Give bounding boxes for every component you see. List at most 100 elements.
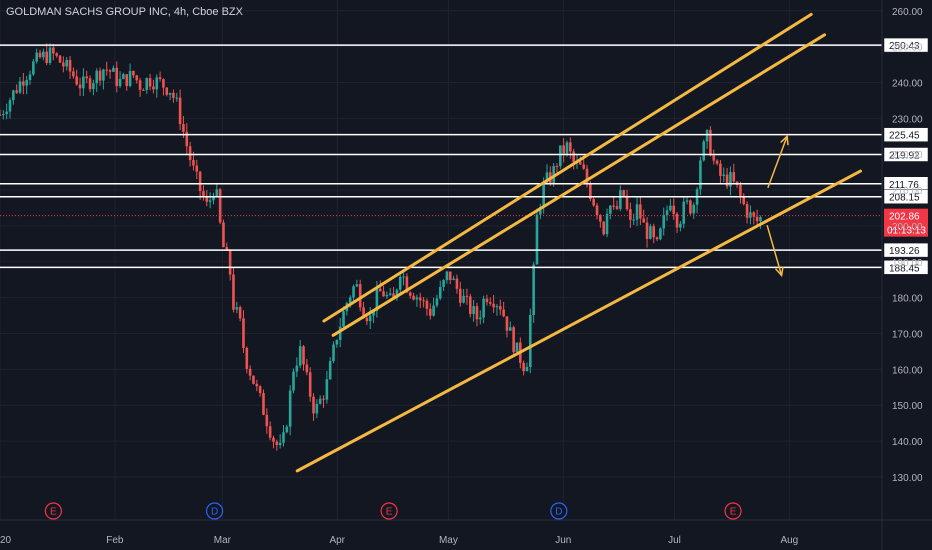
y-tick-label: 190.00 <box>892 258 923 269</box>
y-tick-label: 180.00 <box>892 294 923 305</box>
candle-body <box>288 390 292 427</box>
candle-body <box>582 164 585 169</box>
candle-body <box>535 214 539 265</box>
candle-body <box>242 318 245 348</box>
candle-body <box>475 306 479 320</box>
y-tick-label: 170.00 <box>892 330 923 341</box>
candle-body <box>388 293 392 295</box>
candle-body <box>75 76 79 85</box>
candle-body <box>749 212 752 218</box>
candle-body <box>378 288 382 292</box>
candle-body <box>509 327 512 331</box>
candle-body <box>669 205 672 211</box>
candle-body <box>725 174 729 187</box>
candle-body <box>505 316 509 331</box>
candle-body <box>55 53 58 56</box>
candle-body <box>458 288 462 303</box>
candle-body <box>315 403 319 414</box>
candle-body <box>532 264 535 315</box>
candle-body <box>595 205 599 216</box>
candle-body <box>145 78 149 91</box>
candle-body <box>739 184 742 196</box>
candle-body <box>102 69 105 81</box>
candle-body <box>222 222 225 248</box>
x-tick-label: 2020 <box>0 535 12 546</box>
candle-body <box>675 213 679 228</box>
candle-body <box>28 74 32 80</box>
candle-body <box>592 199 595 206</box>
candle-body <box>142 89 145 91</box>
candle-body <box>168 92 172 95</box>
candle-body <box>569 142 572 152</box>
candle-body <box>12 90 15 101</box>
event-marker-label: E <box>386 507 393 518</box>
candle-body <box>455 278 459 289</box>
candle-body <box>478 317 482 320</box>
candle-body <box>529 314 532 368</box>
candle-body <box>502 309 505 317</box>
candle-body <box>285 426 289 433</box>
candle-body <box>652 226 656 238</box>
candle-body <box>252 375 255 384</box>
candle-body <box>462 295 465 303</box>
candle-body <box>465 295 469 297</box>
price-chart[interactable]: 250.43225.45219.92211.76208.15193.26188.… <box>0 0 932 550</box>
x-tick-label: Apr <box>329 535 345 546</box>
candle-body <box>442 280 445 287</box>
candle-body <box>295 365 299 372</box>
candle-body <box>712 155 716 161</box>
candle-body <box>158 77 162 80</box>
y-tick-label: 250.00 <box>892 43 923 54</box>
candle-body <box>258 386 262 394</box>
x-tick-label: Jun <box>555 535 571 546</box>
candle-body <box>435 298 439 306</box>
candle-body <box>755 216 759 222</box>
candle-body <box>485 298 489 303</box>
candle-body <box>328 361 332 380</box>
chart-container[interactable]: 250.43 225.45 219.92 211.76 208.15 193.26 188.… <box>0 0 932 550</box>
candle-body <box>732 172 736 182</box>
candle-body <box>355 284 359 287</box>
candle-body <box>619 190 622 209</box>
candle-body <box>272 437 275 442</box>
event-marker-label: E <box>730 507 737 518</box>
candle-body <box>32 61 35 75</box>
candle-body <box>472 306 475 314</box>
candle-body <box>278 442 282 446</box>
x-tick-label: Jul <box>668 535 681 546</box>
candle-body <box>305 364 309 373</box>
candle-body <box>128 70 132 87</box>
candle-body <box>382 291 385 297</box>
candle-body <box>82 76 85 89</box>
candle-body <box>705 129 709 142</box>
candle-body <box>525 367 529 372</box>
candle-body <box>692 204 696 214</box>
candle-body <box>35 52 38 62</box>
candle-body <box>649 226 652 239</box>
candle-body <box>245 347 249 369</box>
candle-body <box>98 70 102 81</box>
candle-body <box>108 70 112 72</box>
candle-body <box>715 160 719 164</box>
y-tick-label: 210.00 <box>892 186 923 197</box>
candle-body <box>62 62 65 67</box>
candle-body <box>135 75 139 81</box>
candle-body <box>679 223 682 228</box>
candle-body <box>685 200 689 202</box>
candle-body <box>322 398 325 400</box>
candle-body <box>559 145 562 167</box>
candle-body <box>0 114 2 116</box>
candle-body <box>562 145 565 154</box>
candle-body <box>605 213 609 235</box>
candle-body <box>672 205 676 214</box>
candle-body <box>655 237 659 240</box>
candle-body <box>255 383 259 387</box>
candle-body <box>639 204 642 219</box>
x-tick-label: Aug <box>780 535 798 546</box>
candle-body <box>132 70 135 76</box>
candle-body <box>72 71 75 77</box>
candle-body <box>512 327 515 353</box>
y-tick-label: 150.00 <box>892 401 923 412</box>
candle-body <box>615 206 619 209</box>
y-tick-label: 130.00 <box>892 473 923 484</box>
